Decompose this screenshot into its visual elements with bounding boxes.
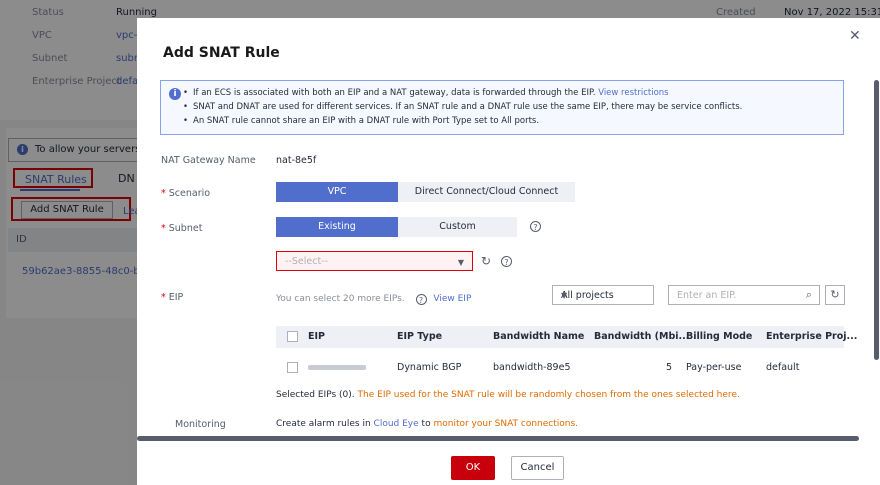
row-bandwidth: 5 [666, 362, 673, 373]
help-icon[interactable]: ? [501, 256, 512, 267]
chevron-down-icon: ▼ [561, 291, 568, 300]
nat-gateway-value: nat-8e5f [276, 155, 317, 166]
project-dropdown[interactable]: All projects ▼ [552, 285, 654, 305]
selected-eips-note: Selected EIPs (0). The EIP used for the … [276, 390, 740, 400]
notice-line-2: SNAT and DNAT are used for different ser… [183, 102, 742, 112]
eip-address-redacted [308, 365, 366, 370]
col-bandwidth: Bandwidth (Mbi... [594, 331, 690, 342]
add-snat-rule-dialog: Add SNAT Rule ✕ i If an ECS is associate… [137, 18, 880, 485]
col-eip-type: EIP Type [397, 331, 443, 342]
subnet-existing[interactable]: Existing [276, 217, 398, 237]
ok-button[interactable]: OK [451, 456, 495, 480]
scenario-direct-connect[interactable]: Direct Connect/Cloud Connect [398, 182, 575, 202]
search-icon[interactable]: ⌕ [806, 288, 812, 302]
refresh-icon[interactable]: ↻ [481, 254, 491, 268]
info-icon: i [169, 88, 181, 100]
row-bandwidth-name: bandwidth-89e5 [493, 362, 571, 373]
col-enterprise-project: Enterprise Proj... [766, 331, 858, 342]
col-billing-mode: Billing Mode [686, 331, 753, 342]
chevron-down-icon: ▼ [457, 258, 464, 267]
subnet-label: * Subnet [161, 223, 203, 234]
view-restrictions-link[interactable]: View restrictions [598, 88, 668, 98]
eip-search-placeholder: Enter an EIP. [677, 290, 737, 301]
scenario-vpc[interactable]: VPC [276, 182, 398, 202]
view-eip-link[interactable]: View EIP [433, 294, 471, 304]
eip-search-input[interactable]: Enter an EIP. ⌕ [668, 285, 820, 305]
vertical-scrollbar[interactable] [874, 80, 879, 360]
col-eip: EIP [308, 331, 325, 342]
subnet-select-placeholder: --Select-- [285, 256, 329, 267]
cancel-button[interactable]: Cancel [511, 456, 564, 480]
horizontal-scrollbar[interactable] [137, 436, 859, 441]
monitoring-label: Monitoring [175, 419, 226, 430]
eip-table-header: EIP EIP Type Bandwidth Name Bandwidth (M… [276, 326, 857, 348]
cloud-eye-link[interactable]: Cloud Eye [374, 419, 419, 429]
select-all-checkbox[interactable] [287, 331, 298, 342]
col-bandwidth-name: Bandwidth Name [493, 331, 585, 342]
help-icon[interactable]: ? [530, 221, 541, 232]
subnet-custom[interactable]: Custom [398, 217, 517, 237]
row-billing-mode: Pay-per-use [686, 362, 742, 373]
close-icon[interactable]: ✕ [849, 28, 861, 44]
notice-line-1: If an ECS is associated with both an EIP… [183, 88, 669, 98]
row-enterprise-project: default [766, 362, 800, 373]
row-eip-type: Dynamic BGP [397, 362, 462, 373]
eip-label: * EIP [161, 292, 184, 303]
dialog-title: Add SNAT Rule [163, 45, 280, 61]
scenario-label: * Scenario [161, 188, 211, 199]
subnet-select[interactable]: --Select-- ▼ [276, 251, 473, 271]
help-icon[interactable]: ? [415, 294, 427, 305]
notice-box: i If an ECS is associated with both an E… [160, 80, 844, 135]
notice-line-3: An SNAT rule cannot share an EIP with a … [183, 116, 539, 126]
nat-gateway-label: NAT Gateway Name [161, 155, 256, 166]
refresh-button[interactable]: ↻ [825, 285, 845, 305]
monitoring-text: Create alarm rules in Cloud Eye to monit… [276, 419, 579, 429]
eip-hint: You can select 20 more EIPs. ? View EIP [276, 294, 472, 305]
row-checkbox[interactable] [287, 362, 298, 373]
